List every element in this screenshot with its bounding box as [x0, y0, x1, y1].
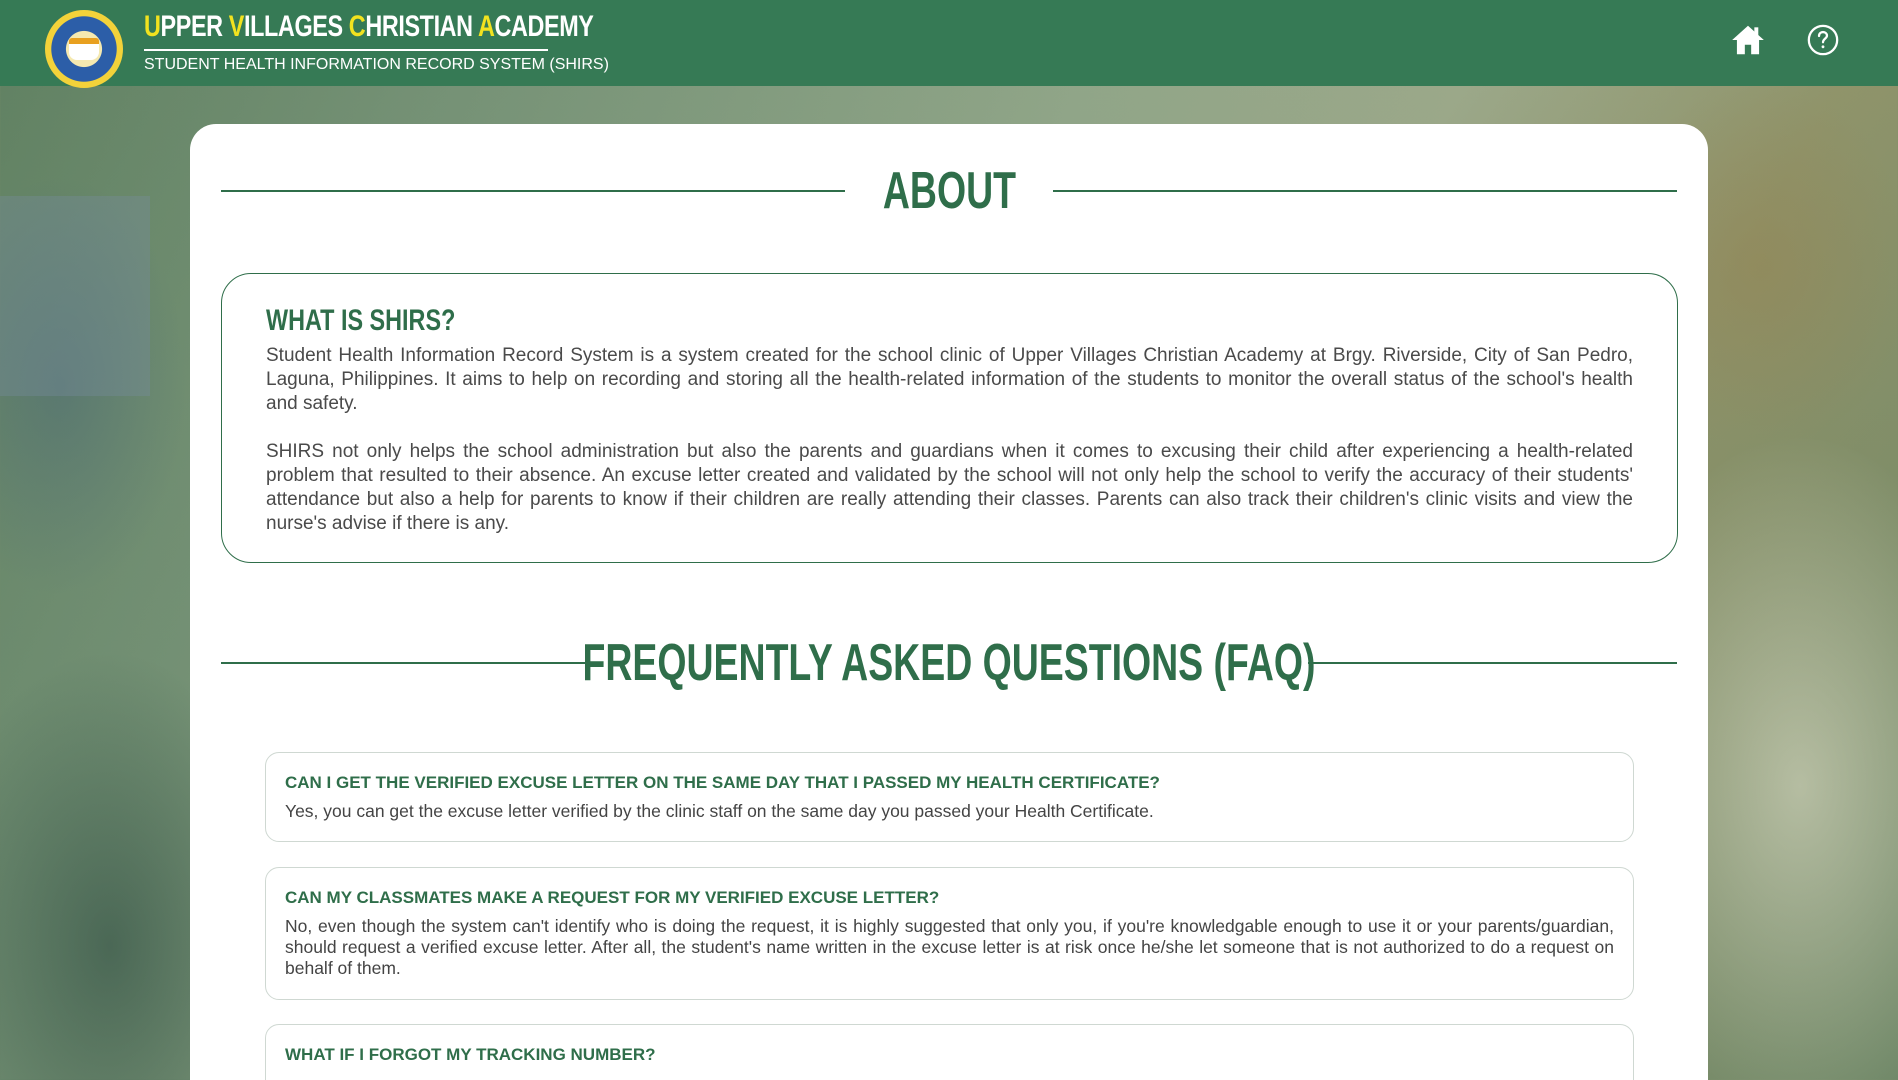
about-heading: ABOUT [221, 161, 1677, 221]
faq-answer: No, even though the system can't identif… [285, 916, 1614, 978]
background-shelf [0, 196, 150, 396]
about-paragraph: Student Health Information Record System… [266, 345, 1633, 414]
heading-rule-left [221, 662, 591, 664]
help-button[interactable] [1801, 18, 1845, 62]
faq-question: CAN MY CLASSMATES MAKE A REQUEST FOR MY … [285, 888, 940, 907]
title-rest-4: CADEMY [494, 10, 594, 43]
faq-question: WHAT IF I FORGOT MY TRACKING NUMBER? [285, 1045, 656, 1064]
title-rest-3: HRISTIAN [365, 10, 478, 43]
title-rest-2: ILLAGES [244, 10, 349, 43]
title-cap-2: V [228, 10, 245, 43]
heading-rule-right [1307, 662, 1677, 664]
school-logo [45, 10, 123, 88]
faq-title: FREQUENTLY ASKED QUESTIONS (FAQ) [582, 634, 1316, 692]
system-subtitle: STUDENT HEALTH INFORMATION RECORD SYSTEM… [144, 56, 609, 73]
title-rest-1: PPER [160, 10, 229, 43]
about-paragraph: SHIRS not only helps the school administ… [266, 441, 1633, 534]
heading-rule-left [221, 190, 845, 192]
faq-heading: FREQUENTLY ASKED QUESTIONS (FAQ) [221, 633, 1677, 693]
heading-rule-right [1053, 190, 1677, 192]
home-icon [1732, 25, 1764, 55]
faq-item[interactable]: WHAT IF I FORGOT MY TRACKING NUMBER? [265, 1024, 1634, 1080]
what-is-shirs-box: WHAT IS SHIRS? Student Health Informatio… [221, 273, 1678, 563]
home-button[interactable] [1726, 18, 1770, 62]
title-cap-4: A [477, 10, 495, 43]
what-is-shirs-title: WHAT IS SHIRS? [266, 304, 456, 337]
top-header: UPPER VILLAGES CHRISTIAN ACADEMY STUDENT… [0, 0, 1898, 88]
about-title: ABOUT [882, 162, 1016, 220]
help-circle-icon [1807, 24, 1839, 56]
content-card: ABOUT WHAT IS SHIRS? Student Health Info… [190, 124, 1708, 1080]
logo-book-icon [69, 38, 99, 60]
title-cap-3: C [348, 10, 366, 43]
title-cap-1: U [144, 10, 161, 43]
faq-item[interactable]: CAN I GET THE VERIFIED EXCUSE LETTER ON … [265, 752, 1634, 842]
school-name: UPPER VILLAGES CHRISTIAN ACADEMY [144, 10, 594, 44]
title-underline [144, 49, 548, 51]
faq-question: CAN I GET THE VERIFIED EXCUSE LETTER ON … [285, 773, 1160, 792]
faq-answer: Yes, you can get the excuse letter verif… [285, 801, 1154, 821]
faq-item[interactable]: CAN MY CLASSMATES MAKE A REQUEST FOR MY … [265, 867, 1634, 1000]
